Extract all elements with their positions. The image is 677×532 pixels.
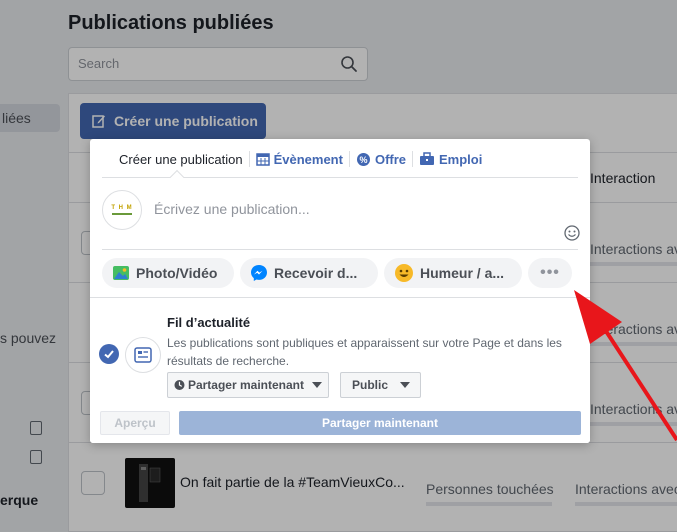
tab-separator	[248, 151, 250, 167]
audience-dropdown-label: Public	[352, 378, 389, 392]
tab-separator	[412, 151, 414, 167]
calendar-icon	[255, 152, 270, 166]
share-now-button[interactable]: Partager maintenant	[179, 411, 581, 435]
composer-tabs: Créer une publication Évènement % Offre …	[90, 139, 590, 179]
news-feed-checkbox[interactable]	[99, 344, 119, 364]
preview-button[interactable]: Aperçu	[100, 411, 170, 435]
messenger-icon	[250, 264, 268, 282]
news-feed-title: Fil d’actualité	[167, 315, 251, 330]
avatar-logo-mark	[112, 213, 132, 215]
attachment-chips: Photo/Vidéo Recevoir d... Humeur / a... …	[102, 258, 572, 288]
chip-label: Recevoir d...	[274, 265, 358, 281]
schedule-dropdown[interactable]: Partager maintenant	[167, 372, 329, 398]
tab-separator	[348, 151, 350, 167]
post-composer: Créer une publication Évènement % Offre …	[90, 139, 590, 443]
post-text-input[interactable]: Écrivez une publication...	[154, 201, 534, 217]
news-feed-description: Les publications sont publiques et appar…	[167, 336, 562, 368]
svg-text:%: %	[359, 155, 367, 165]
share-settings: Fil d’actualité Les publications sont pu…	[90, 297, 590, 443]
tab-label: Offre	[374, 151, 407, 167]
tab-event[interactable]: Évènement	[255, 151, 343, 167]
chip-label: Photo/Vidéo	[136, 265, 218, 281]
chip-photo-video[interactable]: Photo/Vidéo	[102, 258, 234, 288]
briefcase-icon	[419, 152, 435, 166]
photo-icon	[112, 264, 130, 282]
tab-label: Créer une publication	[119, 151, 243, 167]
chip-messenger[interactable]: Recevoir d...	[240, 258, 378, 288]
schedule-dropdown-label: Partager maintenant	[187, 378, 304, 392]
check-icon	[104, 350, 114, 359]
emoji-icon[interactable]	[564, 225, 580, 241]
tab-label: Emploi	[439, 151, 483, 167]
chip-label: Humeur / a...	[420, 265, 505, 281]
smiley-icon	[394, 263, 414, 283]
chevron-down-icon	[312, 382, 322, 388]
news-feed-icon	[125, 337, 161, 373]
avatar-logo-text: T H M	[111, 205, 133, 211]
chevron-down-icon	[400, 382, 411, 388]
more-options-label: •••	[540, 264, 560, 281]
tab-label: Évènement	[273, 151, 343, 167]
more-options-button[interactable]: •••	[528, 258, 572, 288]
tab-job[interactable]: Emploi	[419, 152, 482, 167]
chip-feeling[interactable]: Humeur / a...	[384, 258, 522, 288]
tab-offer[interactable]: % Offre	[356, 152, 406, 167]
composer-divider	[102, 249, 578, 250]
clock-icon	[174, 379, 185, 391]
audience-dropdown[interactable]: Public	[340, 372, 421, 398]
offer-icon: %	[356, 152, 371, 167]
page-avatar[interactable]: T H M	[102, 190, 142, 230]
